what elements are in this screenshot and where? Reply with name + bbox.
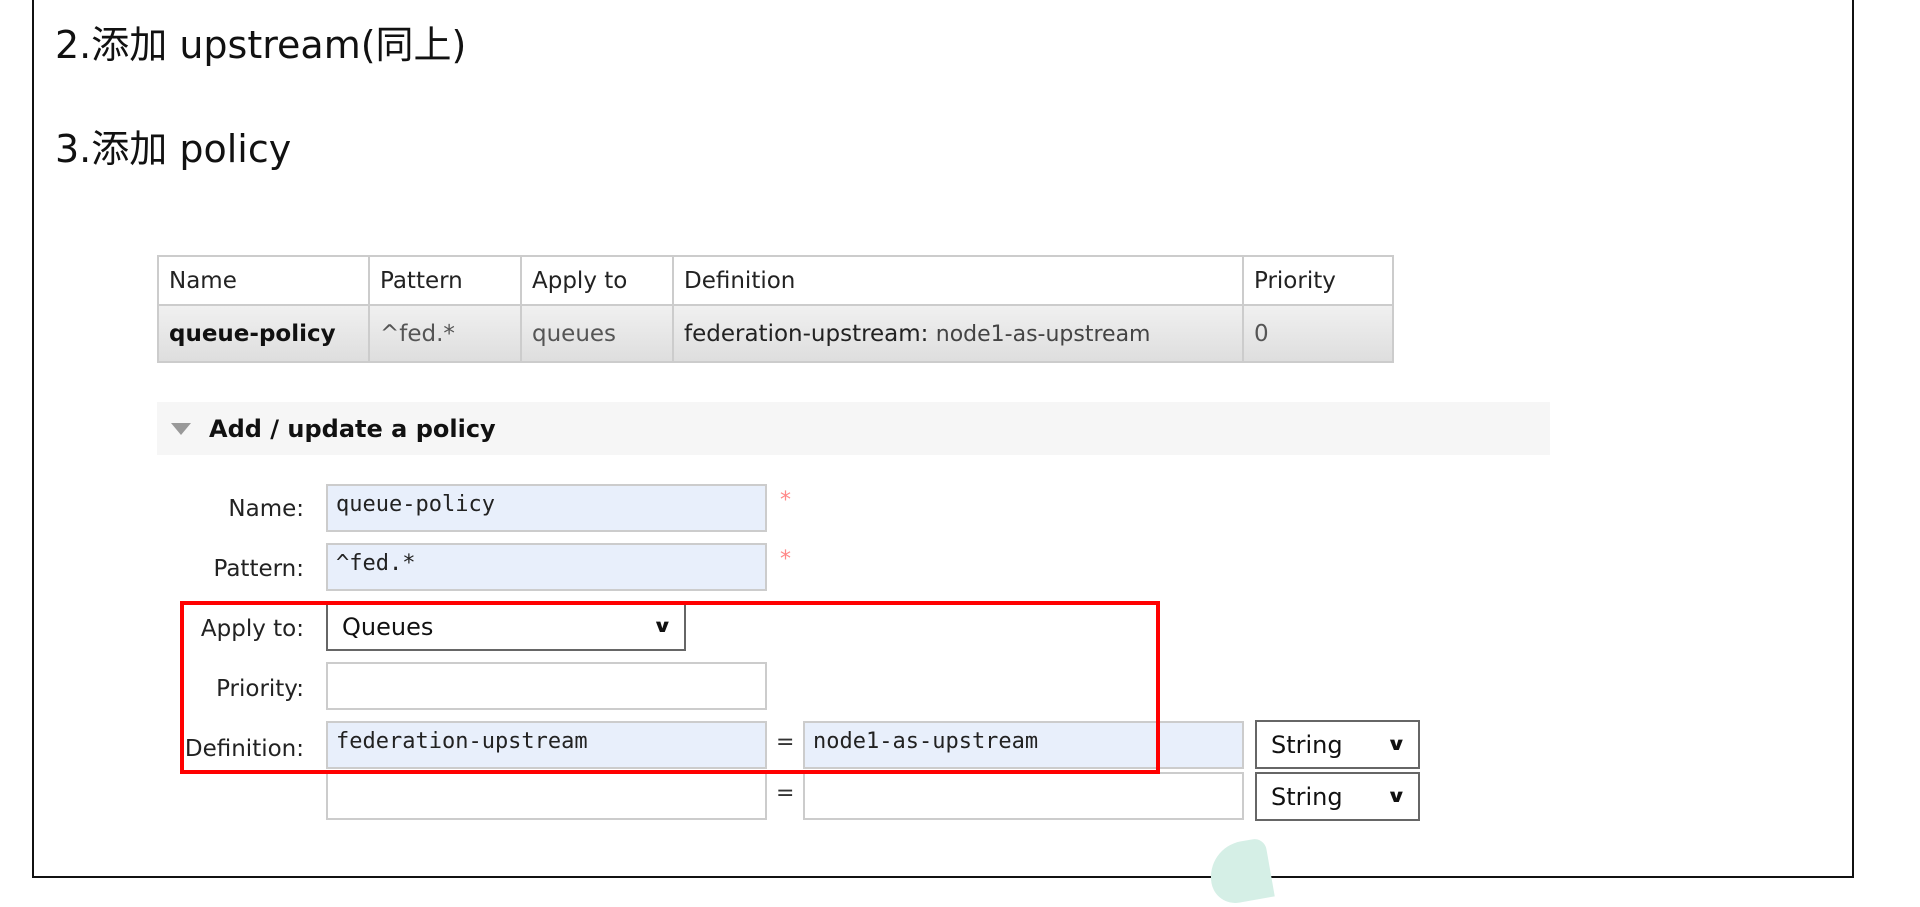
add-policy-section-toggle[interactable]: Add / update a policy xyxy=(157,402,1550,455)
col-pattern: Pattern xyxy=(368,255,522,306)
chevron-down-icon: ∨ xyxy=(1386,786,1407,807)
step3-heading: 3.添加 policy xyxy=(55,127,292,171)
required-mark: * xyxy=(780,488,791,513)
highlight-box xyxy=(180,601,1160,774)
cell-apply-to: queues xyxy=(520,304,674,363)
type-value: String xyxy=(1271,730,1343,759)
name-label: Name: xyxy=(228,496,304,522)
equals-sign: = xyxy=(776,781,795,806)
definition-value-input-2[interactable] xyxy=(803,772,1244,820)
col-apply-to: Apply to xyxy=(520,255,674,306)
step2-heading: 2.添加 upstream(同上) xyxy=(55,23,467,67)
triangle-down-icon xyxy=(171,422,191,435)
definition-type-select[interactable]: String ∨ xyxy=(1255,720,1420,769)
policy-table: Name Pattern Apply to Definition Priorit… xyxy=(157,255,1394,363)
cell-definition: federation-upstream: node1-as-upstream xyxy=(672,304,1244,363)
section-title: Add / update a policy xyxy=(209,414,496,443)
col-name: Name xyxy=(157,255,370,306)
chevron-down-icon: ∨ xyxy=(1386,734,1407,755)
table-row[interactable]: queue-policy ^fed.* queues federation-up… xyxy=(157,304,1394,363)
cell-pattern: ^fed.* xyxy=(368,304,522,363)
type-value: String xyxy=(1271,782,1343,811)
cell-priority: 0 xyxy=(1242,304,1394,363)
name-input[interactable]: queue-policy xyxy=(326,484,767,532)
pattern-input[interactable]: ^fed.* xyxy=(326,543,767,591)
required-mark: * xyxy=(780,547,791,572)
definition-value: node1-as-upstream xyxy=(935,321,1151,347)
policy-name-link[interactable]: queue-policy xyxy=(157,304,370,363)
col-priority: Priority xyxy=(1242,255,1394,306)
pattern-label: Pattern: xyxy=(213,556,305,582)
definition-type-select-2[interactable]: String ∨ xyxy=(1255,772,1420,821)
col-definition: Definition xyxy=(672,255,1244,306)
definition-key-input-2[interactable] xyxy=(326,772,767,820)
definition-key: federation-upstream: xyxy=(684,320,929,347)
table-header-row: Name Pattern Apply to Definition Priorit… xyxy=(157,255,1394,306)
